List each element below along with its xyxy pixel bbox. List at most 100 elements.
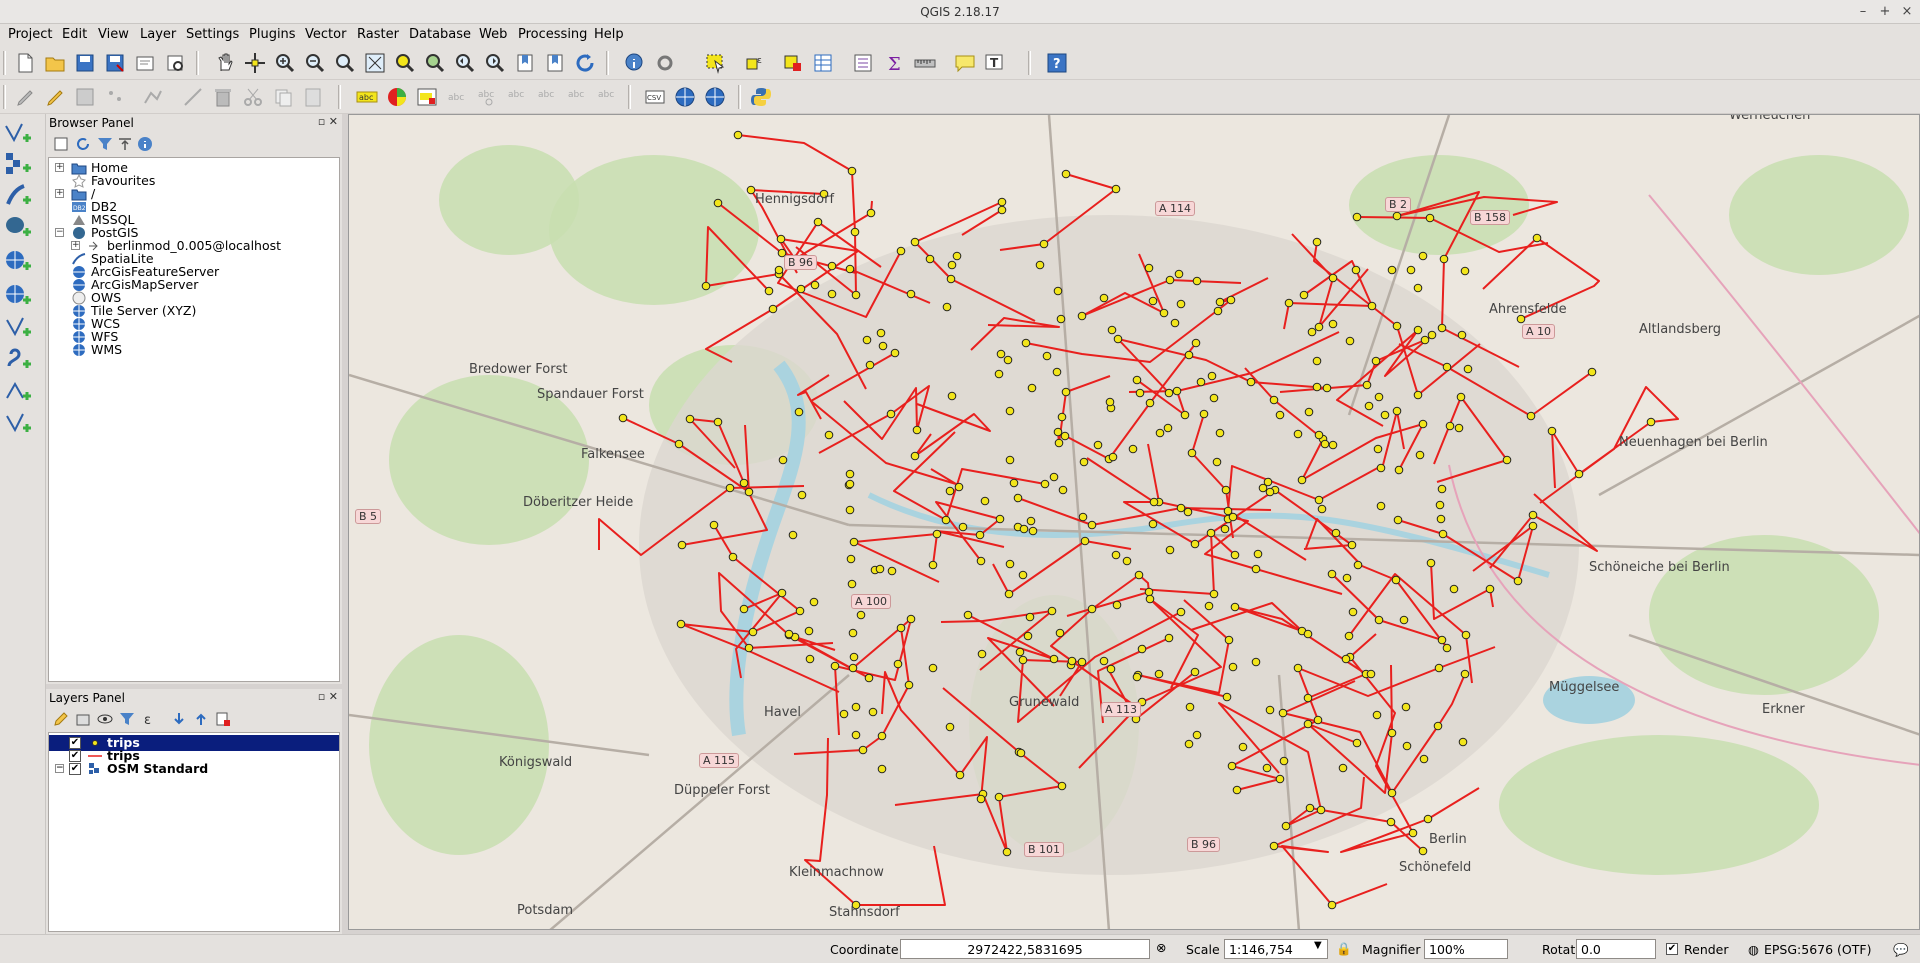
crs-label[interactable]: EPSG:5676 (OTF)	[1764, 942, 1871, 957]
add-csv-layer-icon[interactable]: CSV	[642, 84, 668, 110]
show-bookmarks-icon[interactable]	[542, 50, 568, 76]
cut-features-icon[interactable]	[240, 84, 266, 110]
copy-features-icon[interactable]	[270, 84, 296, 110]
menu-web[interactable]: Web	[479, 27, 507, 42]
scale-field[interactable]: 1:146,754	[1224, 939, 1328, 959]
open-project-icon[interactable]	[42, 50, 68, 76]
map-tips-icon[interactable]	[952, 50, 978, 76]
add-group-icon[interactable]	[74, 710, 92, 728]
node-tool-icon[interactable]	[180, 84, 206, 110]
add-wcs-icon[interactable]	[3, 282, 39, 312]
run-feature-action-icon[interactable]	[652, 50, 678, 76]
layer-styling-icon[interactable]	[52, 710, 70, 728]
pin-labels-icon[interactable]: abc	[444, 84, 470, 110]
menu-project[interactable]: Project	[8, 27, 52, 42]
measure-line-icon[interactable]	[912, 50, 938, 76]
change-label-icon[interactable]: abc	[564, 84, 590, 110]
coordinate-field[interactable]: 2972422,5831695	[900, 939, 1150, 959]
identify-features-icon[interactable]	[622, 50, 648, 76]
collapse-icon[interactable]: −	[55, 228, 64, 237]
move-feature-icon[interactable]	[140, 84, 166, 110]
move-label-icon[interactable]: abc	[504, 84, 530, 110]
toggle-editing-icon[interactable]	[42, 84, 68, 110]
zoom-to-selection-icon[interactable]	[392, 50, 418, 76]
pan-map-icon[interactable]	[212, 50, 238, 76]
extents-toggle-icon[interactable]: ⊗	[1156, 940, 1166, 955]
deselect-all-icon[interactable]	[780, 50, 806, 76]
help-icon[interactable]: ?	[1044, 50, 1070, 76]
filter-legend-icon[interactable]	[118, 710, 136, 728]
python-console-icon[interactable]	[748, 84, 774, 110]
new-project-icon[interactable]	[12, 50, 38, 76]
select-by-value-icon[interactable]: ε	[742, 50, 768, 76]
field-calculator-icon[interactable]	[850, 50, 876, 76]
expand-icon[interactable]: +	[55, 163, 64, 172]
text-annotation-icon[interactable]: T	[982, 50, 1008, 76]
add-wfs-layer-icon[interactable]	[702, 84, 728, 110]
new-print-composer-icon[interactable]	[132, 50, 158, 76]
delete-selected-icon[interactable]	[210, 84, 236, 110]
new-spatialite-layer-icon[interactable]	[3, 410, 39, 440]
add-wms-icon[interactable]	[3, 248, 39, 278]
new-shapefile-icon[interactable]	[3, 378, 39, 408]
layer-item[interactable]: − ✔ OSM Standard	[49, 761, 339, 777]
zoom-next-icon[interactable]	[482, 50, 508, 76]
expand-icon[interactable]: +	[71, 241, 80, 250]
menu-edit[interactable]: Edit	[62, 27, 87, 42]
paste-features-icon[interactable]	[300, 84, 326, 110]
refresh-browser-icon[interactable]	[74, 135, 92, 153]
panel-float-close-buttons[interactable]: ▫ ✕	[318, 115, 338, 128]
add-selected-layers-icon[interactable]	[52, 135, 70, 153]
zoom-to-layer-icon[interactable]	[422, 50, 448, 76]
collapse-all-icon[interactable]	[116, 135, 134, 153]
label-properties-icon[interactable]: abc	[594, 84, 620, 110]
layer-visibility-checkbox[interactable]: ✔	[69, 763, 81, 775]
lock-scale-icon[interactable]: 🔒	[1336, 941, 1352, 957]
zoom-full-icon[interactable]	[362, 50, 388, 76]
expand-icon[interactable]: +	[55, 189, 64, 198]
add-feature-icon[interactable]	[102, 84, 128, 110]
filter-by-expression-icon[interactable]: ε	[140, 710, 158, 728]
rotation-field[interactable]: 0.0	[1576, 939, 1656, 959]
refresh-icon[interactable]	[572, 50, 598, 76]
filter-browser-icon[interactable]	[96, 135, 114, 153]
menu-vector[interactable]: Vector	[305, 27, 346, 42]
remove-layer-icon[interactable]	[214, 710, 232, 728]
current-edits-icon[interactable]	[12, 84, 38, 110]
browser-item[interactable]: WMS	[49, 342, 339, 358]
add-raster-layer-icon[interactable]	[3, 150, 39, 180]
enable-properties-icon[interactable]	[136, 135, 154, 153]
menu-layer[interactable]: Layer	[140, 27, 176, 42]
expand-all-icon[interactable]	[170, 710, 188, 728]
menu-settings[interactable]: Settings	[186, 27, 239, 42]
add-wms-layer-icon[interactable]	[672, 84, 698, 110]
select-features-icon[interactable]	[702, 50, 728, 76]
menu-plugins[interactable]: Plugins	[249, 27, 296, 42]
add-spatialite-layer-icon[interactable]	[3, 182, 39, 212]
rotate-label-icon[interactable]: abc	[534, 84, 560, 110]
menu-processing[interactable]: Processing	[518, 27, 587, 42]
menu-raster[interactable]: Raster	[357, 27, 399, 42]
manage-visibility-icon[interactable]	[96, 710, 114, 728]
panel-float-close-buttons[interactable]: ▫ ✕	[318, 690, 338, 703]
save-edits-icon[interactable]	[72, 84, 98, 110]
render-checkbox[interactable]: ✔	[1666, 943, 1678, 955]
menu-view[interactable]: View	[98, 27, 129, 42]
zoom-last-icon[interactable]	[452, 50, 478, 76]
layer-labeling-icon[interactable]: abc	[354, 84, 380, 110]
messages-icon[interactable]: 💬	[1893, 942, 1909, 958]
save-as-icon[interactable]	[102, 50, 128, 76]
crs-icon[interactable]: ◍	[1748, 942, 1759, 957]
map-canvas[interactable]: Hennigsdorf Falkensee Döberitzer Heide Pots…	[348, 114, 1920, 930]
zoom-out-icon[interactable]	[302, 50, 328, 76]
save-project-icon[interactable]	[72, 50, 98, 76]
pan-to-selection-icon[interactable]	[242, 50, 268, 76]
new-bookmark-icon[interactable]	[512, 50, 538, 76]
show-hide-labels-icon[interactable]: abc	[474, 84, 500, 110]
attribute-table-icon[interactable]	[810, 50, 836, 76]
zoom-actual-size-icon[interactable]	[332, 50, 358, 76]
highlight-labels-icon[interactable]	[414, 84, 440, 110]
magnifier-field[interactable]: 100%	[1424, 939, 1508, 959]
close-button[interactable]: ×	[1898, 3, 1916, 21]
statistics-icon[interactable]: Σ	[882, 50, 908, 76]
